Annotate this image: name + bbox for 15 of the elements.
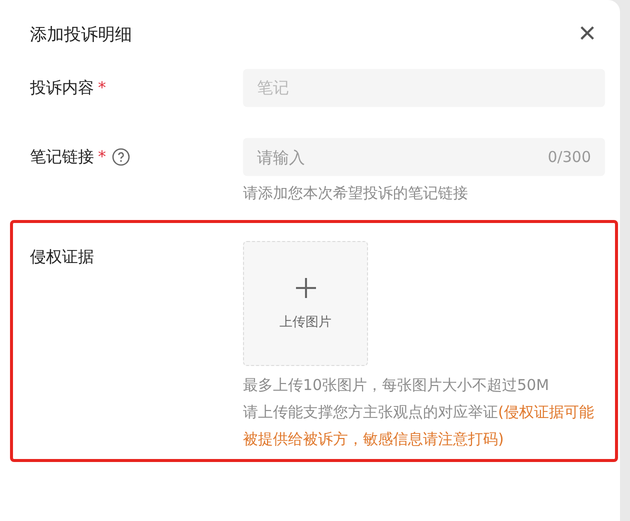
upload-hint: 请上传能支撑您方主张观点的对应举证(侵权证据可能被提供给被诉方，敏感信息请注意打码) bbox=[243, 402, 595, 450]
upload-hint: 最多上传10张图片，每张图片大小不超过50M bbox=[243, 375, 550, 396]
required-mark: * bbox=[98, 78, 106, 97]
field-hint: 请添加您本次希望投诉的笔记链接 bbox=[243, 184, 469, 203]
close-button[interactable]: × bbox=[574, 19, 600, 49]
field-label: 笔记链接 bbox=[30, 147, 94, 168]
plus-icon bbox=[294, 276, 316, 298]
content-field: 笔记 bbox=[243, 69, 605, 107]
required-mark: * bbox=[98, 147, 106, 166]
help-icon[interactable] bbox=[112, 148, 130, 166]
field-label: 侵权证据 bbox=[30, 247, 94, 268]
character-counter: 0/300 bbox=[548, 148, 591, 166]
field-label: 投诉内容 bbox=[30, 78, 94, 99]
dialog-title: 添加投诉明细 bbox=[30, 24, 132, 46]
upload-button[interactable]: 上传图片 bbox=[243, 241, 368, 366]
